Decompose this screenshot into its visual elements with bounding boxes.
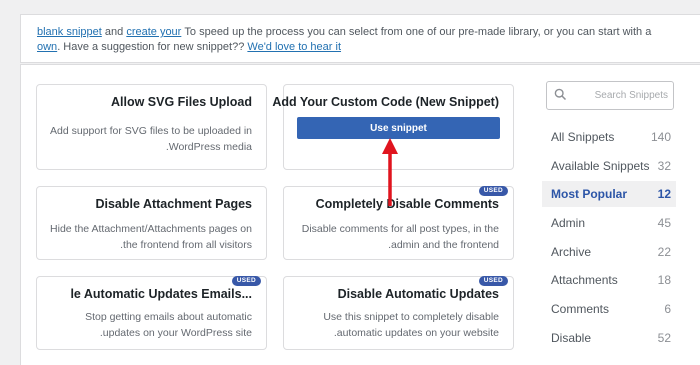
blank-snippet-link[interactable]: blank snippet <box>37 26 102 38</box>
search-box[interactable] <box>546 81 674 110</box>
category-count: 6 <box>664 302 671 316</box>
card-title: Completely Disable Comments <box>315 197 499 211</box>
category-count: 32 <box>657 159 671 173</box>
category-label: Most Popular <box>551 187 628 201</box>
category-count: 52 <box>657 331 671 345</box>
intro-text: To speed up the process you can select f… <box>37 26 652 53</box>
category-label: All Snippets <box>551 130 615 144</box>
love-to-hear-link[interactable]: We'd love to hear it <box>247 41 341 53</box>
card-description: Disable comments for all post types, in … <box>301 223 499 251</box>
used-badge: USED <box>231 276 261 286</box>
card-title: Add Your Custom Code (New Snippet) <box>272 95 499 109</box>
used-badge: USED <box>478 276 508 286</box>
snippet-card-disable-attachment[interactable]: Disable Attachment Pages Hide the Attach… <box>36 186 267 260</box>
category-attachments[interactable]: Attachments 18 <box>542 267 676 293</box>
intro-new-snippet: new snippet? <box>173 41 239 53</box>
category-label: Admin <box>551 216 586 230</box>
intro-panel: To speed up the process you can select f… <box>20 14 700 63</box>
category-admin[interactable]: Admin 45 <box>542 210 676 236</box>
card-title: ...le Automatic Updates Emails <box>70 287 252 301</box>
card-title: Allow SVG Files Upload <box>111 95 252 109</box>
category-count: 12 <box>657 187 671 201</box>
category-count: 18 <box>657 273 671 287</box>
category-label: Available Snippets <box>551 159 650 173</box>
card-description: Hide the Attachment/Attachments pages on… <box>50 223 252 251</box>
category-label: Disable <box>551 331 592 345</box>
category-label: Comments <box>551 302 610 316</box>
category-label: Attachments <box>551 273 618 287</box>
intro-and: and <box>104 26 124 38</box>
snippet-card-auto-updates[interactable]: USED Disable Automatic Updates Use this … <box>283 276 514 350</box>
category-comments[interactable]: Comments 6 <box>542 296 676 322</box>
card-title: Disable Automatic Updates <box>337 287 499 301</box>
use-snippet-button[interactable]: Use snippet <box>297 117 500 139</box>
intro-suggest: . Have a suggestion for <box>57 41 171 53</box>
category-disable[interactable]: Disable 52 <box>542 325 676 351</box>
card-description: Use this snippet to completely disable a… <box>323 311 499 339</box>
category-available-snippets[interactable]: Available Snippets 32 <box>542 153 676 179</box>
category-archive[interactable]: Archive 22 <box>542 239 676 265</box>
snippet-card-svg-upload[interactable]: Allow SVG Files Upload Add support for S… <box>36 84 267 170</box>
category-label: Archive <box>551 245 592 259</box>
category-count: 140 <box>650 130 671 144</box>
card-description: Add support for SVG files to be uploaded… <box>50 125 252 153</box>
used-badge: USED <box>478 186 508 196</box>
snippet-card-update-emails[interactable]: USED ...le Automatic Updates Emails Stop… <box>36 276 267 350</box>
card-title: Disable Attachment Pages <box>95 197 252 211</box>
category-count: 22 <box>657 245 671 259</box>
category-most-popular[interactable]: Most Popular 12 <box>542 181 676 207</box>
card-description: Stop getting emails about automatic upda… <box>85 311 252 339</box>
search-snippets-input[interactable] <box>547 82 673 109</box>
category-count: 45 <box>657 216 671 230</box>
red-arrow-annotation <box>382 138 398 206</box>
category-all-snippets[interactable]: All Snippets 140 <box>542 124 676 150</box>
intro-text-start: To speed up the process you can select f… <box>184 26 652 38</box>
